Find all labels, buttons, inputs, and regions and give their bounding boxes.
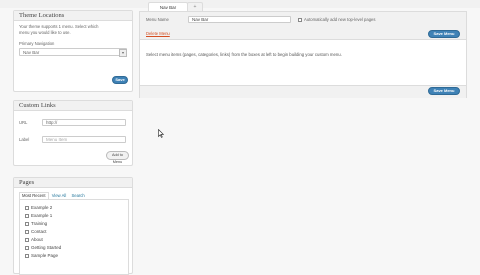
save-menu-button-top[interactable]: Save Menu [428,30,460,38]
top-strip [0,0,480,8]
theme-locations-box: Theme Locations Your theme supports 1 me… [13,10,133,92]
menu-editor-footer [140,85,466,98]
menu-name-label: Menu Name [146,17,169,22]
list-item[interactable]: Contact [25,229,47,234]
list-item[interactable]: Example 1 [25,213,52,218]
url-label: URL [19,120,28,125]
tab-most-recent[interactable]: Most Recent [19,192,49,199]
save-menu-button-bottom[interactable]: Save Menu [428,87,460,95]
primary-navigation-label: Primary Navigation [19,41,55,46]
add-to-menu-button[interactable]: Add to Menu [106,151,129,164]
label-label: Label [19,137,30,142]
page-checkbox[interactable] [25,253,29,258]
menu-instructions: Select menu items (pages, categories, li… [146,52,342,57]
page-checkbox[interactable] [25,213,29,218]
page-checkbox[interactable] [25,237,29,242]
pages-tabs: Most Recent View All Search [19,192,87,199]
list-item[interactable]: Example 2 [25,205,52,210]
custom-links-box: Custom Links URL http:// Label Menu Item… [13,100,133,166]
custom-links-header[interactable]: Custom Links [14,101,132,111]
auto-add-checkbox[interactable] [298,17,302,22]
page-checkbox[interactable] [25,229,29,234]
theme-locations-header[interactable]: Theme Locations [14,11,132,21]
list-item[interactable]: Getting Started [25,245,61,250]
url-input[interactable]: http:// [42,119,126,126]
list-item[interactable]: Training [25,221,47,226]
label-input[interactable]: Menu Item [42,136,126,143]
page-checkbox[interactable] [25,205,29,210]
primary-navigation-select[interactable]: Nav Bar [19,48,127,56]
chevron-down-icon[interactable]: ▾ [119,49,127,57]
menu-name-input[interactable]: Nav Bar [188,16,291,23]
save-locations-button[interactable]: Save [112,76,128,84]
pages-header[interactable]: Pages [14,178,132,188]
page-checkbox[interactable] [25,245,29,250]
auto-add-pages-option[interactable]: Automatically add new top-level pages [298,17,375,22]
mouse-cursor-icon [158,129,164,138]
list-item[interactable]: About [25,237,43,242]
list-item[interactable]: Sample Page [25,253,58,258]
theme-locations-description: Your theme supports 1 menu. Select which… [19,24,99,35]
menu-editor: Menu Name Nav Bar Automatically add new … [139,11,467,98]
page-checkbox[interactable] [25,221,29,226]
delete-menu-link[interactable]: Delete Menu [146,31,170,36]
